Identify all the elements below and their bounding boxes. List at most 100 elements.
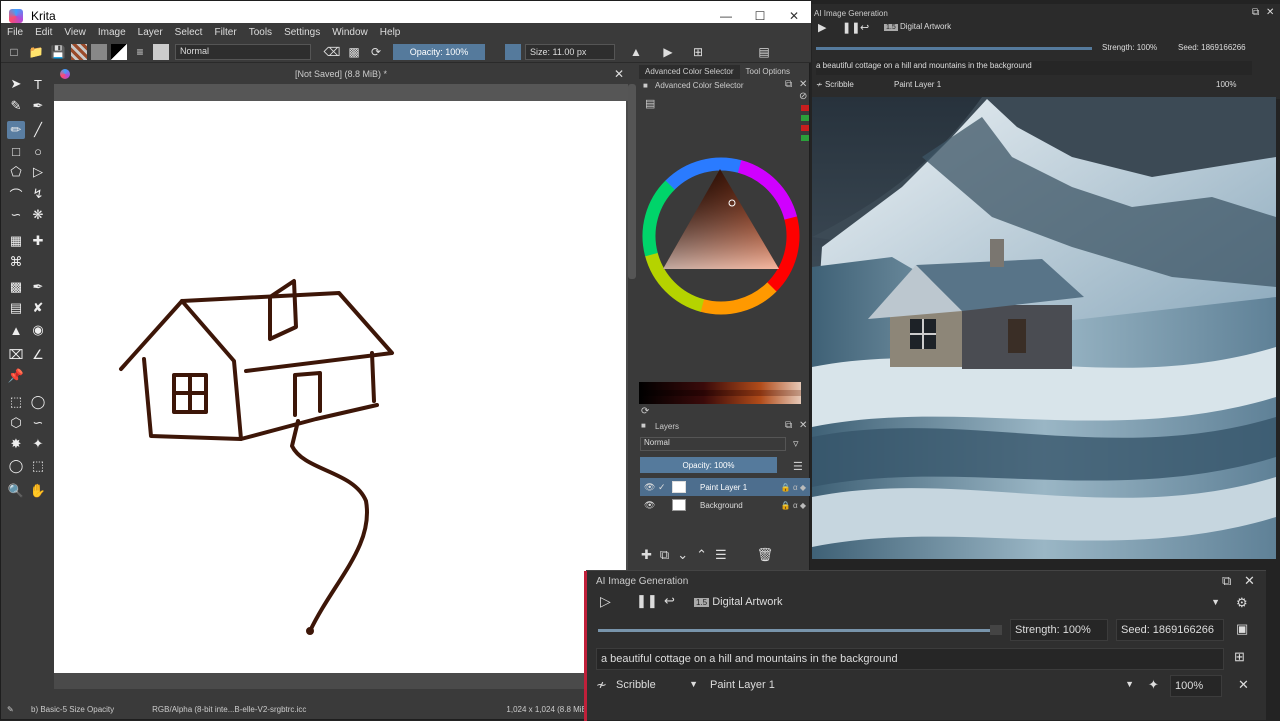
fill-tool-icon[interactable]: ▲: [7, 321, 25, 339]
vertical-scrollbar[interactable]: [628, 84, 636, 279]
zoom-tool-icon[interactable]: 🔍: [7, 482, 25, 500]
menu-file[interactable]: File: [7, 27, 23, 38]
assistant-tool-icon[interactable]: ⌧: [7, 346, 25, 364]
style-select[interactable]: 1.5 Digital Artwork: [884, 22, 1270, 36]
menu-layer[interactable]: Layer: [138, 27, 163, 38]
bezier-selection-icon[interactable]: ◯: [7, 457, 25, 475]
document-tab[interactable]: [Not Saved] (8.8 MiB) * ✕: [54, 64, 628, 84]
blend-mode-select[interactable]: Normal: [175, 43, 311, 60]
color-settings-icon[interactable]: ▤: [645, 97, 655, 110]
preserve-alpha-icon[interactable]: ▩: [345, 43, 363, 61]
reference-images-tool-icon[interactable]: 📌: [7, 367, 25, 385]
seed-spinbox[interactable]: Seed: 1869166266: [1116, 619, 1224, 641]
eraser-icon[interactable]: ⌫: [323, 43, 341, 61]
freehand-selection-icon[interactable]: ∽: [29, 414, 47, 432]
pan-tool-icon[interactable]: ✋: [29, 482, 47, 500]
reload-preset-icon[interactable]: ⟳: [367, 43, 385, 61]
apply-button[interactable]: ↩: [664, 593, 675, 609]
move-layer-down-icon[interactable]: ⌄: [677, 547, 688, 563]
close-document-icon[interactable]: ✕: [614, 64, 624, 84]
layer-row-background[interactable]: 👁 Background 🔒 α ◆: [640, 496, 810, 514]
menu-help[interactable]: Help: [380, 27, 401, 38]
layer-flags-icon[interactable]: 🔒 α ◆: [781, 483, 806, 492]
layers-close-icon[interactable]: ✕: [799, 420, 807, 431]
layer-row-paint-layer-1[interactable]: 👁 ✓ Paint Layer 1 🔒 α ◆: [640, 478, 810, 496]
rectangular-selection-icon[interactable]: ⬚: [7, 393, 25, 411]
elliptical-selection-icon[interactable]: ◯: [29, 393, 47, 411]
multibrush-tool-icon[interactable]: ❋: [29, 206, 47, 224]
text-tool-icon[interactable]: T: [29, 75, 47, 93]
menu-window[interactable]: Window: [332, 27, 368, 38]
apply-icon[interactable]: ↩: [860, 21, 869, 34]
progress-handle[interactable]: [990, 625, 1002, 635]
add-control-icon[interactable]: ⊞: [1234, 649, 1245, 665]
visibility-icon[interactable]: 👁: [644, 482, 655, 493]
tab-advanced-color-selector[interactable]: Advanced Color Selector: [639, 65, 740, 79]
layer-opacity-slider[interactable]: Opacity: 100%: [640, 457, 777, 473]
crop-tool-icon[interactable]: ⌘: [7, 253, 25, 271]
menu-tools[interactable]: Tools: [249, 27, 272, 38]
canvas[interactable]: [54, 101, 626, 673]
shade-selector[interactable]: [639, 382, 801, 404]
transform-tool-icon[interactable]: ▦: [7, 232, 25, 250]
mirror-horizontal-icon[interactable]: ▲: [627, 43, 645, 61]
check-icon[interactable]: ✓: [658, 482, 666, 493]
close-docker-icon[interactable]: ✕: [799, 79, 807, 90]
save-icon[interactable]: 💾: [49, 43, 67, 61]
generate-icon[interactable]: ▶: [818, 21, 826, 34]
random-seed-icon[interactable]: ▣: [1236, 621, 1248, 637]
prompt-input[interactable]: a beautiful cottage on a hill and mounta…: [596, 648, 1224, 670]
contiguous-selection-icon[interactable]: ✸: [7, 435, 25, 453]
edit-shapes-tool-icon[interactable]: ✎: [7, 97, 25, 115]
wrap-around-icon[interactable]: ⊞: [689, 43, 707, 61]
menu-image[interactable]: Image: [98, 27, 126, 38]
mirror-vertical-icon[interactable]: ▶: [659, 43, 677, 61]
smart-patch-tool-icon[interactable]: ✘: [29, 299, 47, 317]
horizontal-scrollbar[interactable]: [54, 689, 628, 699]
docker-lock-icon[interactable]: ■: [643, 81, 648, 90]
style-select[interactable]: 1.5 Digital Artwork ▼: [690, 593, 1224, 613]
menu-edit[interactable]: Edit: [35, 27, 52, 38]
menu-settings[interactable]: Settings: [284, 27, 320, 38]
ai-float-icon[interactable]: ⧉: [1252, 7, 1259, 18]
remove-control-icon[interactable]: ✕: [1238, 677, 1249, 693]
pause-button[interactable]: ❚❚: [636, 593, 658, 609]
ai-float-undock-icon[interactable]: ⧉: [1222, 573, 1231, 589]
float-docker-icon[interactable]: ⧉: [785, 79, 792, 90]
measure-tool-icon[interactable]: ∠: [29, 346, 47, 364]
control-type-icon[interactable]: ≁: [596, 677, 607, 693]
color-picker-tool-icon[interactable]: ✒: [29, 278, 47, 296]
move-layer-up-icon[interactable]: ⌃: [696, 547, 707, 563]
bezier-tool-icon[interactable]: ⌒: [7, 185, 25, 203]
calligraphy-tool-icon[interactable]: ✒: [29, 97, 47, 115]
size-slider[interactable]: Size: 11.00 px: [525, 43, 615, 60]
brush-presets-icon[interactable]: ≡: [131, 43, 149, 61]
strength-spinbox[interactable]: Strength: 100%: [1010, 619, 1108, 641]
layer-menu-icon[interactable]: ☰: [793, 460, 803, 473]
control-type-select[interactable]: Scribble ▼: [616, 679, 698, 691]
move-tool-icon[interactable]: ✚: [29, 232, 47, 250]
add-layer-icon[interactable]: ✚: [641, 547, 652, 563]
strength-spinbox[interactable]: Strength: 100%: [1102, 43, 1157, 52]
layer-filter-icon[interactable]: ▿: [793, 437, 799, 450]
select-shapes-tool-icon[interactable]: ➤: [7, 75, 25, 93]
ai-float-close-icon[interactable]: ✕: [1244, 573, 1255, 589]
rectangle-tool-icon[interactable]: □: [7, 142, 25, 160]
menu-view[interactable]: View: [64, 27, 86, 38]
new-document-icon[interactable]: □: [5, 43, 23, 61]
settings-gear-icon[interactable]: ⚙: [1236, 595, 1248, 611]
line-tool-icon[interactable]: ╱: [29, 121, 47, 139]
open-document-icon[interactable]: 📁: [27, 43, 45, 61]
refresh-icon[interactable]: ⟳: [641, 406, 649, 417]
generate-button[interactable]: ▷: [600, 593, 611, 610]
magnetic-selection-icon[interactable]: ⬚: [29, 457, 47, 475]
opacity-slider[interactable]: Opacity: 100%: [393, 43, 485, 60]
layer-properties-icon[interactable]: ☰: [715, 547, 727, 563]
pattern-swatch[interactable]: [91, 43, 107, 60]
color-wheel[interactable]: [641, 156, 801, 316]
brush-preview-icon[interactable]: [153, 43, 169, 60]
generate-control-icon[interactable]: ✦: [1148, 677, 1159, 693]
pause-icon[interactable]: ❚❚: [842, 21, 860, 34]
visibility-icon[interactable]: 👁: [644, 500, 655, 511]
gradient-swatch[interactable]: [71, 43, 87, 60]
